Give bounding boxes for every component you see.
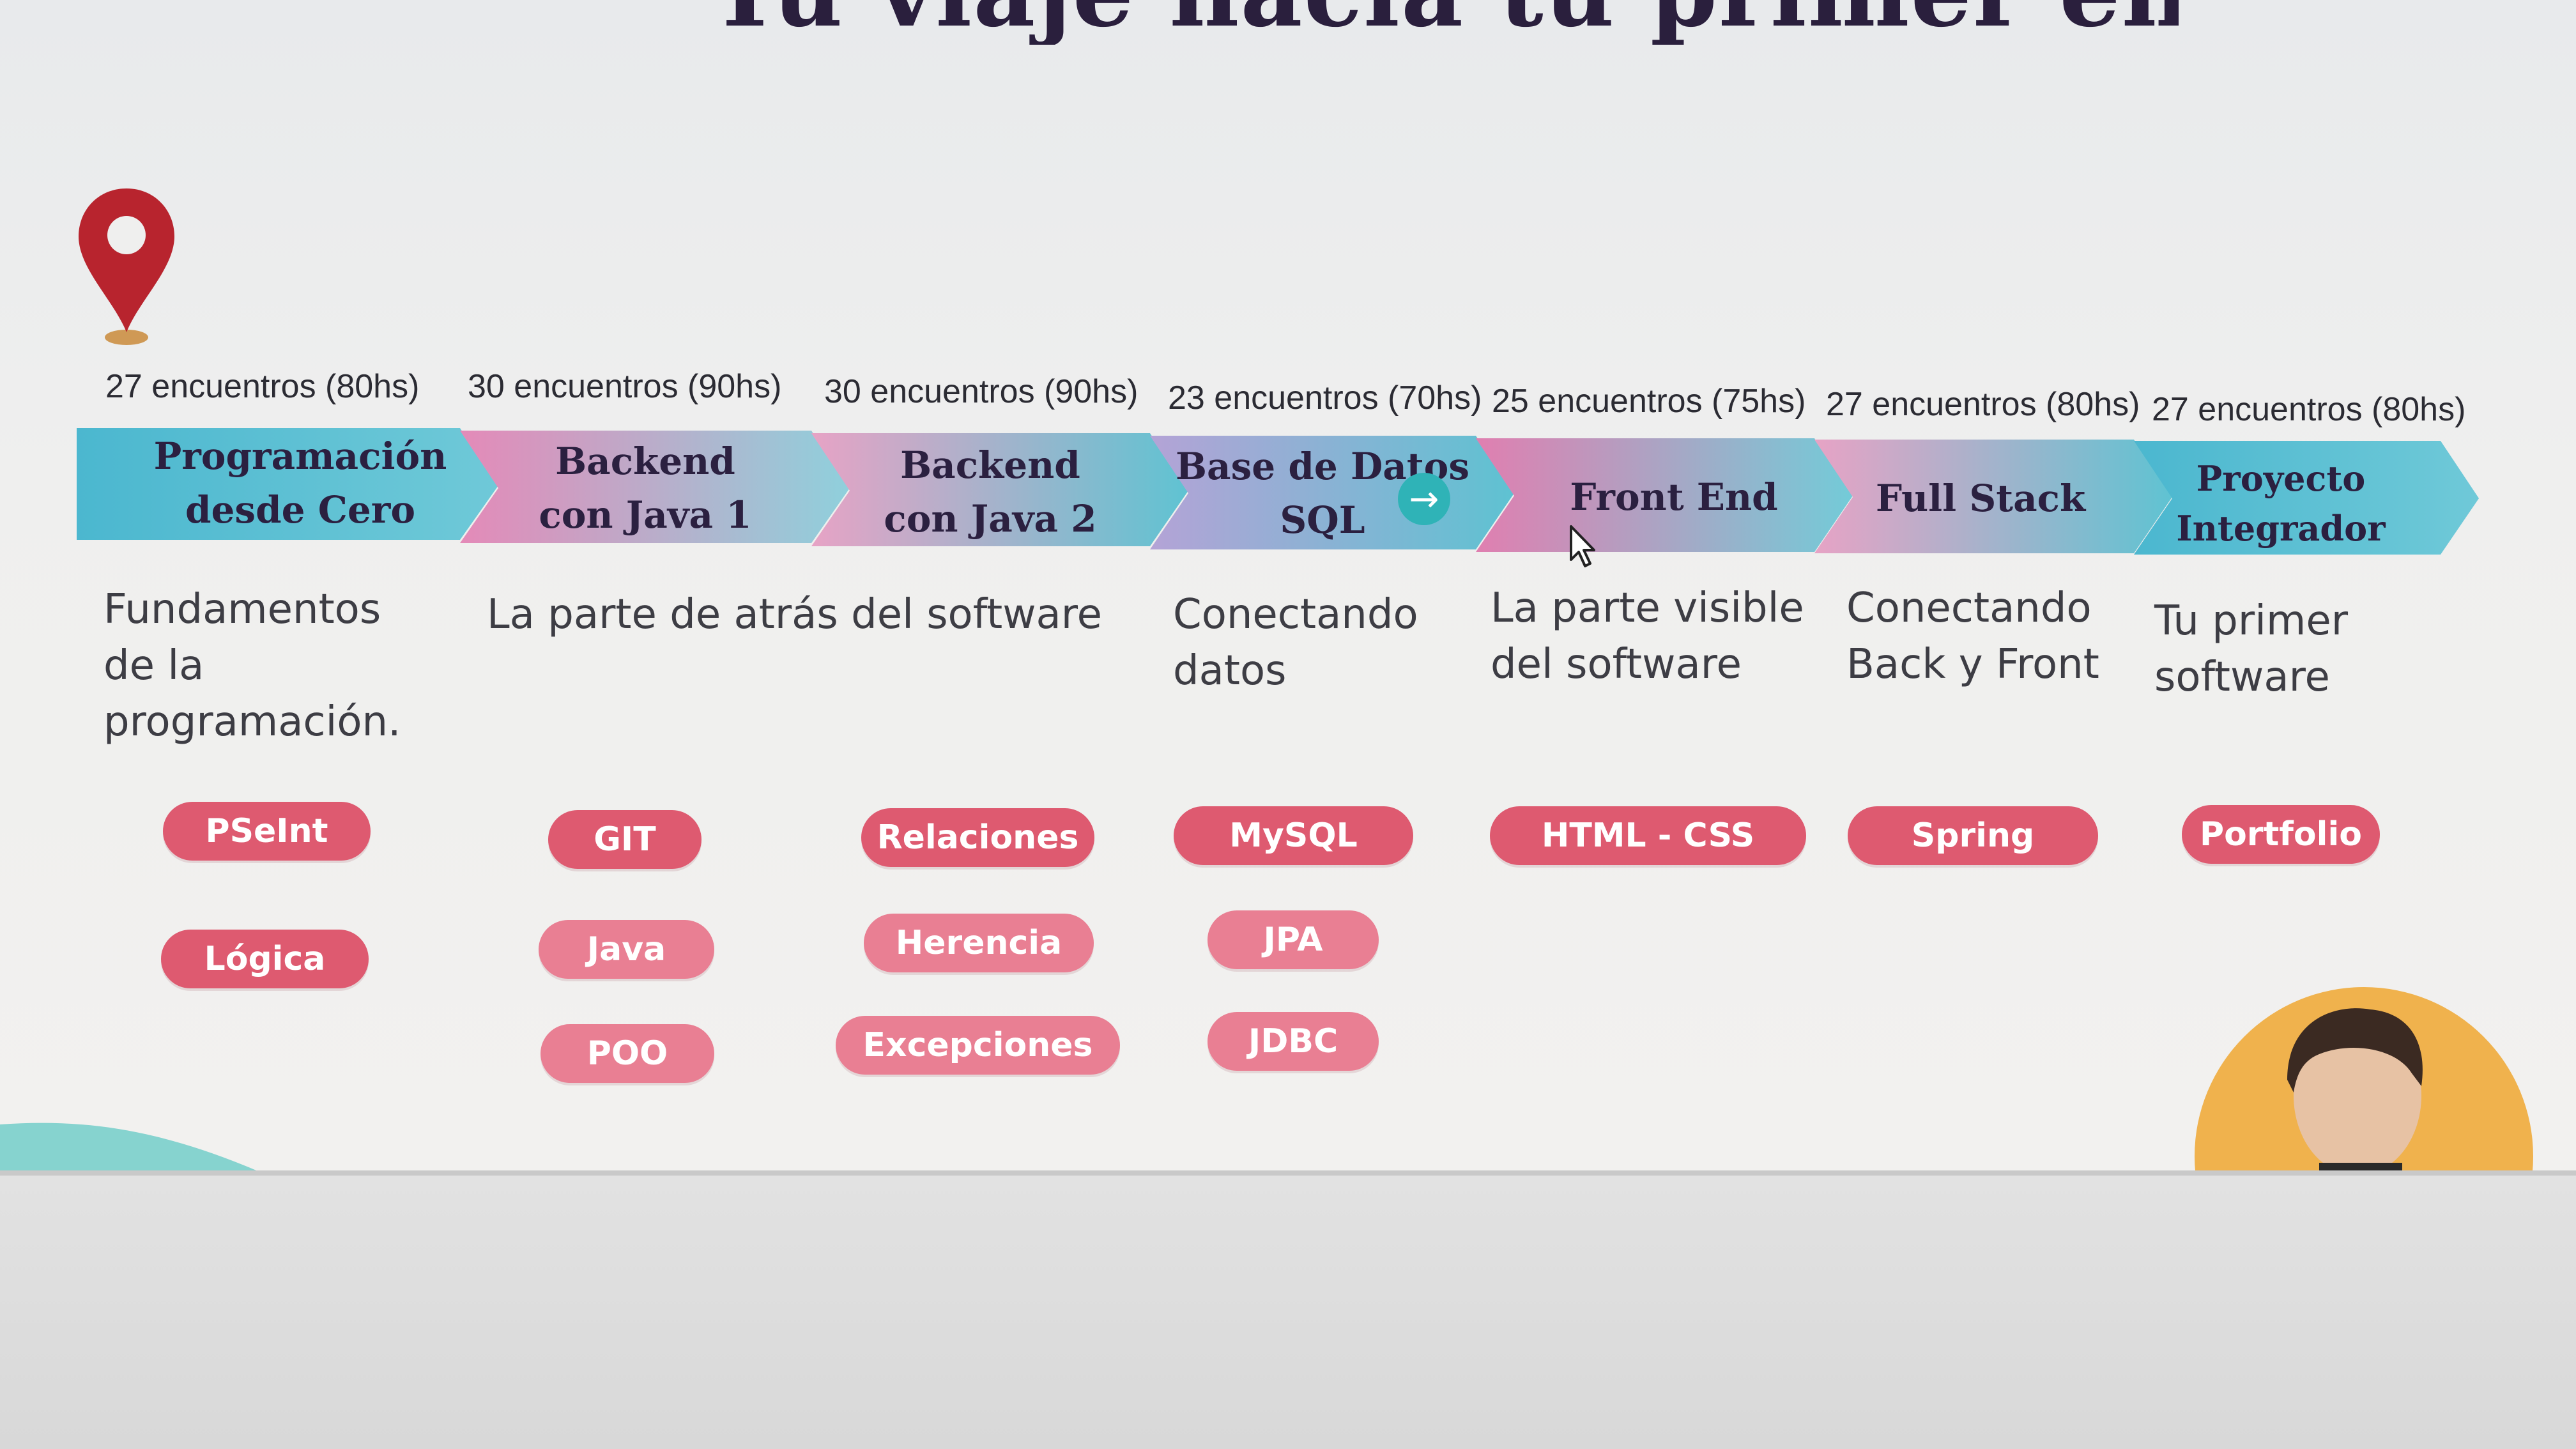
tag-jdbc: JDBC bbox=[1208, 1012, 1379, 1071]
presentation-slide: Tu viaje hacia tu primer empleo digital … bbox=[0, 0, 2576, 1176]
tag-html-css: HTML - CSS bbox=[1490, 806, 1806, 865]
module-1-hours: 27 encuentros (80hs) bbox=[105, 368, 420, 405]
mouse-cursor-icon bbox=[1570, 525, 1595, 567]
location-pin-icon bbox=[79, 188, 174, 345]
decorative-wave bbox=[0, 1123, 268, 1176]
screen-bezel-area bbox=[0, 1176, 2576, 1449]
module-5-title: Front End bbox=[1570, 475, 1778, 519]
module-4-hours: 23 encuentros (70hs) bbox=[1168, 379, 1482, 417]
tag-jpa: JPA bbox=[1208, 910, 1379, 969]
module-1-description: Fundamentos de la programación. bbox=[103, 586, 401, 746]
next-arrow-button[interactable]: → bbox=[1398, 473, 1450, 525]
tag-logica: Lógica bbox=[161, 930, 369, 988]
presenter-webcam bbox=[2195, 987, 2533, 1176]
module-5-description: La parte visible del software bbox=[1491, 585, 1804, 688]
module-4-description: Conectando datos bbox=[1173, 591, 1418, 694]
tag-relaciones: Relaciones bbox=[861, 808, 1094, 867]
tag-portfolio: Portfolio bbox=[2182, 805, 2380, 864]
slide-title: Tu viaje hacia tu primer empleo digital bbox=[709, 0, 2179, 45]
tag-git: GIT bbox=[548, 810, 702, 869]
module-3-title: Backend con Java 2 bbox=[884, 443, 1097, 540]
module-2-title: Backend con Java 1 bbox=[539, 439, 752, 537]
module-2-description: La parte de atrás del software bbox=[487, 591, 1103, 638]
tag-poo: POO bbox=[540, 1024, 714, 1083]
tag-java: Java bbox=[539, 920, 714, 979]
tag-excepciones: Excepciones bbox=[836, 1016, 1120, 1075]
module-3-hours: 30 encuentros (90hs) bbox=[824, 373, 1138, 410]
arrow-right-icon: → bbox=[1409, 478, 1439, 520]
module-6-title: Full Stack bbox=[1875, 476, 2086, 520]
module-7-description: Tu primer software bbox=[2154, 597, 2349, 701]
tag-spring: Spring bbox=[1848, 806, 2098, 865]
module-6-description: Conectando Back y Front bbox=[1846, 585, 2099, 688]
module-5-hours: 25 encuentros (75hs) bbox=[1492, 383, 1806, 420]
module-1-title: Programación desde Cero bbox=[153, 434, 447, 532]
tag-pseint: PSeInt bbox=[163, 802, 371, 861]
tag-herencia: Herencia bbox=[864, 914, 1094, 972]
module-7-title: Proyecto Integrador bbox=[2176, 457, 2386, 549]
tag-mysql: MySQL bbox=[1174, 806, 1413, 865]
slide-bottom-edge bbox=[0, 1170, 2576, 1176]
module-2-hours: 30 encuentros (90hs) bbox=[468, 368, 782, 405]
